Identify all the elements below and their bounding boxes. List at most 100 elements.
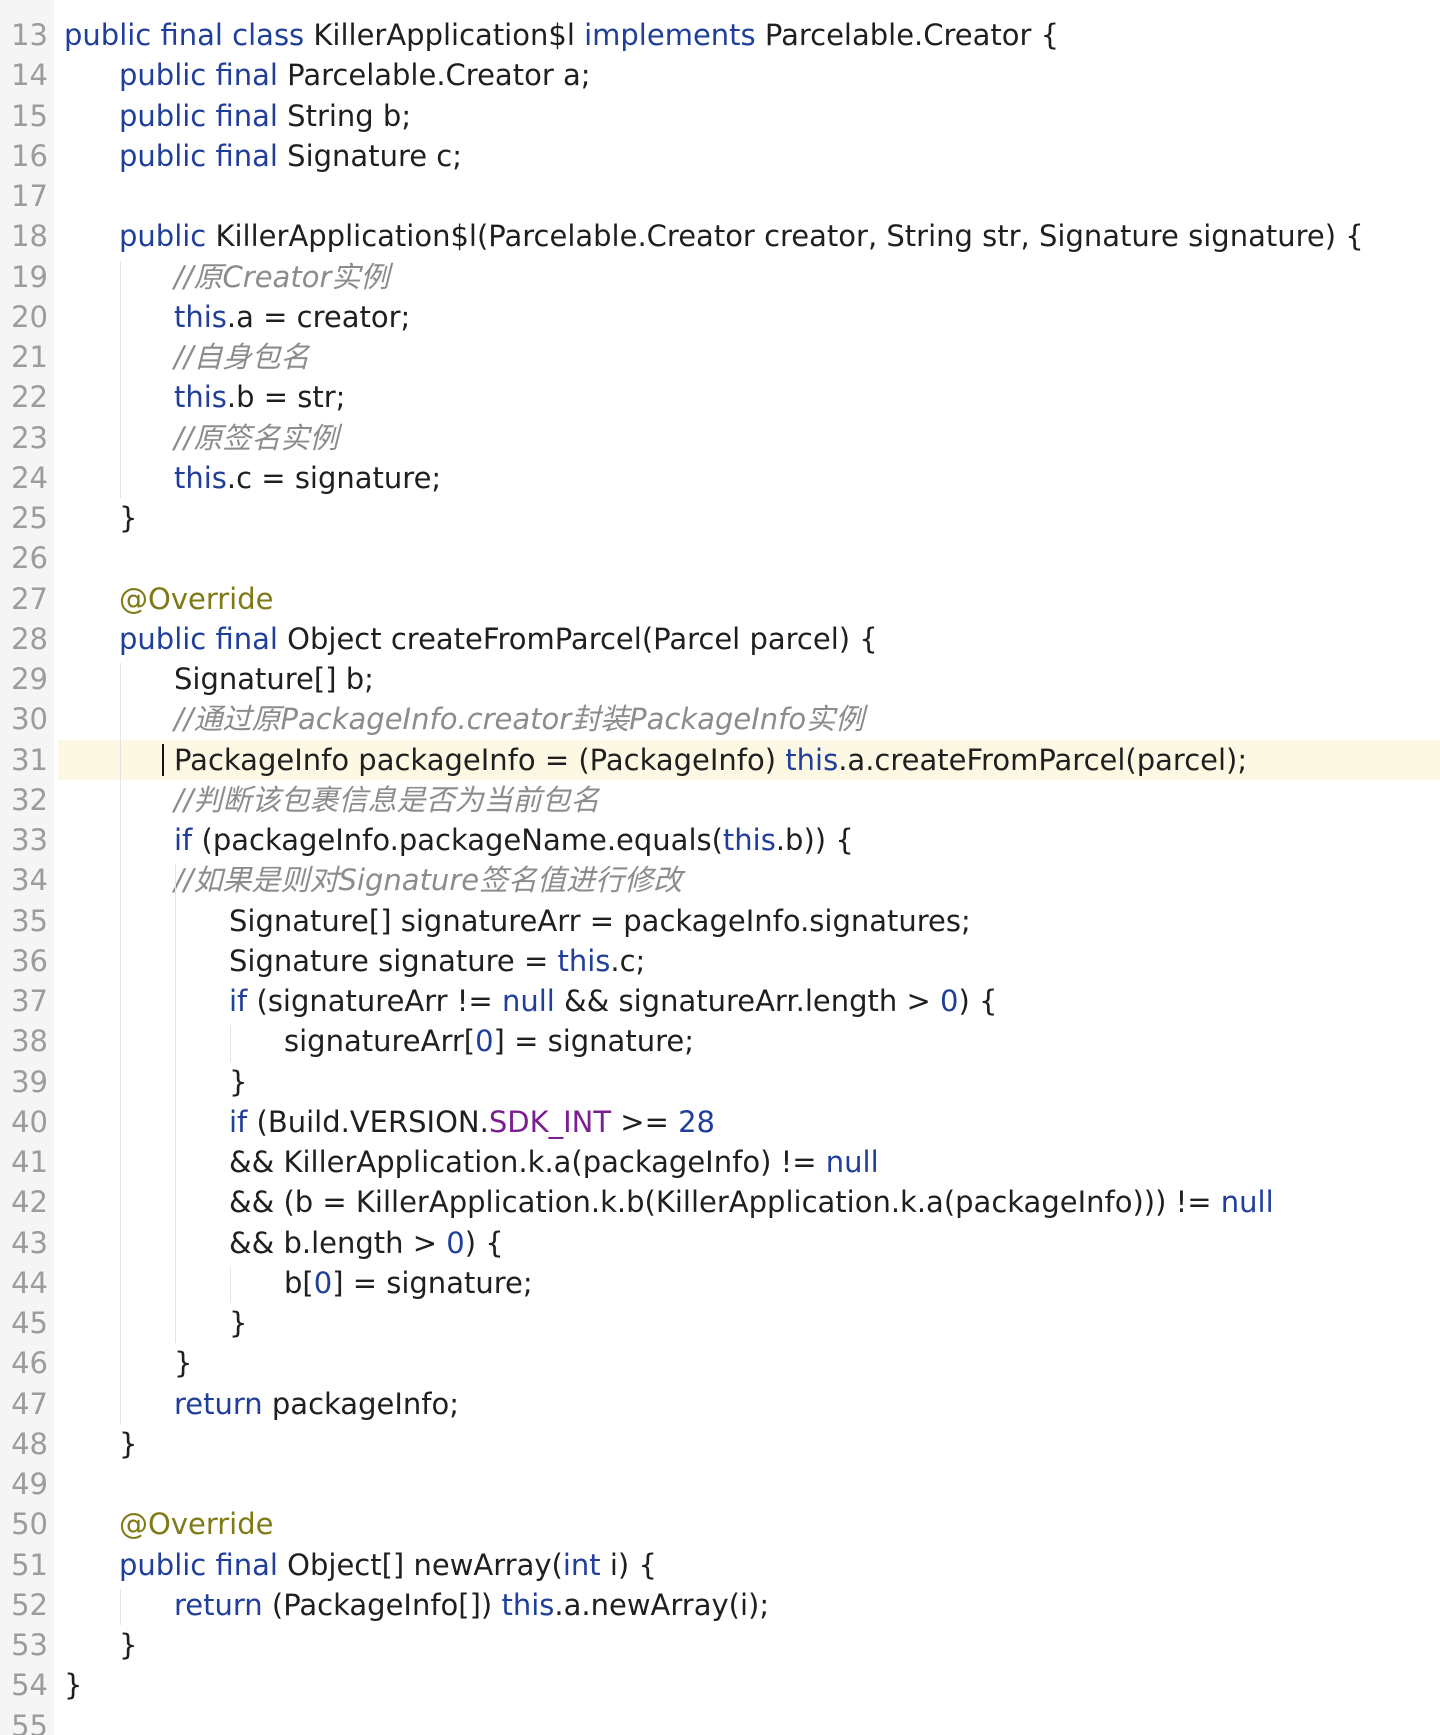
code-text[interactable]: //自身包名	[174, 337, 310, 377]
code-line[interactable]: 41 && KillerApplication.k.a(packageInfo) …	[0, 1142, 1440, 1182]
code-line[interactable]: 39}	[0, 1062, 1440, 1102]
code-text[interactable]: }	[229, 1062, 247, 1102]
code-line[interactable]: 13 public final class KillerApplication$l…	[0, 15, 1440, 55]
code-line[interactable]: 46}	[0, 1343, 1440, 1383]
code-line[interactable]: 21 //自身包名	[0, 337, 1440, 377]
code-line[interactable]: 47 return packageInfo;	[0, 1384, 1440, 1424]
code-text[interactable]: && (b = KillerApplication.k.b(KillerAppl…	[229, 1182, 1274, 1222]
code-text[interactable]: public final Parcelable.Creator a;	[119, 55, 591, 95]
code-text[interactable]: && KillerApplication.k.a(packageInfo) !=…	[229, 1142, 879, 1182]
code-token: null	[501, 984, 565, 1018]
code-line[interactable]: 36 Signature signature = this.c;	[0, 941, 1440, 981]
code-text[interactable]: && b.length > 0) {	[229, 1223, 504, 1263]
code-token: PackageInfo packageInfo = (PackageInfo)	[174, 742, 786, 777]
code-text[interactable]: public KillerApplication$l(Parcelable.Cr…	[119, 216, 1364, 256]
code-text[interactable]: }	[119, 1625, 137, 1665]
code-text[interactable]: //原签名实例	[174, 418, 339, 458]
line-number: 44	[11, 1265, 48, 1300]
code-text[interactable]: public final String b;	[119, 96, 411, 136]
code-text[interactable]: public final class KillerApplication$l i…	[64, 15, 1059, 55]
code-line[interactable]: 23 //原签名实例	[0, 418, 1440, 458]
code-text[interactable]: }	[64, 1665, 82, 1705]
code-line[interactable]: 51 public final Object[] newArray(int i) …	[0, 1545, 1440, 1585]
code-line[interactable]: 40 if (Build.VERSION.SDK_INT >= 28	[0, 1102, 1440, 1142]
code-text[interactable]: PackageInfo packageInfo = (PackageInfo) …	[174, 740, 1247, 780]
line-number: 21	[11, 340, 48, 374]
code-text[interactable]: public final Object[] newArray(int i) {	[119, 1545, 657, 1585]
code-line[interactable]: 43 && b.length > 0) {	[0, 1223, 1440, 1263]
code-line[interactable]: 38 signatureArr[0] = signature;	[0, 1021, 1440, 1061]
code-token: null	[825, 1145, 879, 1179]
code-text[interactable]: //判断该包裹信息是否为当前包名	[174, 780, 600, 820]
code-line[interactable]: 20 this.a = creator;	[0, 297, 1440, 337]
code-token: }	[229, 1064, 248, 1099]
code-line[interactable]: 54}	[0, 1665, 1440, 1705]
code-line[interactable]: 22 this.b = str;	[0, 377, 1440, 417]
code-token: .c = signature;	[226, 460, 442, 495]
code-line[interactable]: 24 this.c = signature;	[0, 458, 1440, 498]
line-number: 53	[11, 1628, 48, 1662]
code-line[interactable]: 16 public final Signature c;	[0, 136, 1440, 176]
code-line[interactable]: 18 public KillerApplication$l(Parcelable.…	[0, 216, 1440, 256]
code-text[interactable]: if (Build.VERSION.SDK_INT >= 28	[229, 1102, 715, 1142]
code-text[interactable]: if (signatureArr != null && signatureArr…	[229, 981, 997, 1021]
code-text[interactable]: //如果是则对Signature签名值进行修改	[174, 860, 682, 900]
code-line[interactable]: 45}	[0, 1303, 1440, 1343]
code-line[interactable]: 19 //原Creator实例	[0, 257, 1440, 297]
code-line[interactable]: 26	[0, 538, 1440, 578]
code-line[interactable]: 28 public final Object createFromParcel(P…	[0, 619, 1440, 659]
code-text[interactable]: }	[229, 1303, 247, 1343]
code-line[interactable]: 55	[0, 1706, 1440, 1735]
code-line[interactable]: 37 if (signatureArr != null && signatureA…	[0, 981, 1440, 1021]
code-line[interactable]: 44 b[0] = signature;	[0, 1263, 1440, 1303]
code-line[interactable]: 32 //判断该包裹信息是否为当前包名	[0, 780, 1440, 820]
code-line[interactable]: 30 //通过原PackageInfo.creator封装PackageInfo实…	[0, 699, 1440, 739]
code-text[interactable]: this.a = creator;	[174, 297, 410, 337]
code-text[interactable]: b[0] = signature;	[284, 1263, 533, 1303]
code-line[interactable]: 42 && (b = KillerApplication.k.b(KillerAp…	[0, 1182, 1440, 1222]
code-line[interactable]: 31 PackageInfo packageInfo = (PackageInfo…	[0, 739, 1440, 780]
code-text[interactable]: @Override	[119, 579, 273, 619]
line-number: 51	[11, 1547, 48, 1582]
code-token: }	[119, 1628, 138, 1662]
code-line[interactable]: 48}	[0, 1424, 1440, 1464]
code-text[interactable]: Signature[] signatureArr = packageInfo.s…	[229, 901, 971, 941]
code-text[interactable]: Signature[] b;	[174, 659, 374, 699]
code-line[interactable]: 25}	[0, 498, 1440, 538]
code-text[interactable]: Signature signature = this.c;	[229, 941, 645, 981]
code-text[interactable]: }	[119, 498, 137, 538]
code-token: this	[501, 1587, 555, 1622]
code-token: 0	[313, 1265, 333, 1300]
code-text[interactable]: return (PackageInfo[]) this.a.newArray(i…	[174, 1585, 769, 1625]
code-text[interactable]: public final Signature c;	[119, 136, 462, 176]
code-line[interactable]: 33 if (packageInfo.packageName.equals(thi…	[0, 820, 1440, 860]
code-line[interactable]: 27 @Override	[0, 579, 1440, 619]
code-line[interactable]: 53}	[0, 1625, 1440, 1665]
code-text[interactable]: this.b = str;	[174, 377, 345, 417]
code-line[interactable]: 35 Signature[] signatureArr = packageInfo…	[0, 901, 1440, 941]
code-line[interactable]: 34 //如果是则对Signature签名值进行修改	[0, 860, 1440, 900]
code-text[interactable]: this.c = signature;	[174, 458, 441, 498]
code-text[interactable]: //原Creator实例	[174, 257, 389, 297]
code-text[interactable]: @Override	[119, 1504, 273, 1544]
code-line[interactable]: 14 public final Parcelable.Creator a;	[0, 55, 1440, 95]
code-line[interactable]: 15 public final String b;	[0, 96, 1440, 136]
code-token: this	[174, 380, 227, 415]
code-text[interactable]: //通过原PackageInfo.creator封装PackageInfo实例	[174, 699, 864, 739]
code-text[interactable]: }	[174, 1343, 192, 1383]
line-number: 23	[11, 420, 48, 455]
code-text[interactable]: if (packageInfo.packageName.equals(this.…	[174, 820, 854, 860]
code-text[interactable]: public final Object createFromParcel(Par…	[119, 619, 878, 659]
code-line[interactable]: 50 @Override	[0, 1504, 1440, 1544]
code-token: .b)) {	[775, 823, 854, 857]
code-line[interactable]: 29 Signature[] b;	[0, 659, 1440, 699]
line-number: 49	[11, 1467, 48, 1501]
code-line[interactable]: 52 return (PackageInfo[]) this.a.newArray…	[0, 1585, 1440, 1625]
code-line[interactable]: 17	[0, 176, 1440, 216]
code-editor[interactable]: 13 public final class KillerApplication$l…	[0, 0, 1440, 1735]
code-text[interactable]: }	[119, 1424, 137, 1464]
code-token: .c;	[610, 943, 646, 978]
code-text[interactable]: return packageInfo;	[174, 1384, 459, 1424]
code-text[interactable]: signatureArr[0] = signature;	[284, 1021, 694, 1061]
code-line[interactable]: 49	[0, 1464, 1440, 1504]
